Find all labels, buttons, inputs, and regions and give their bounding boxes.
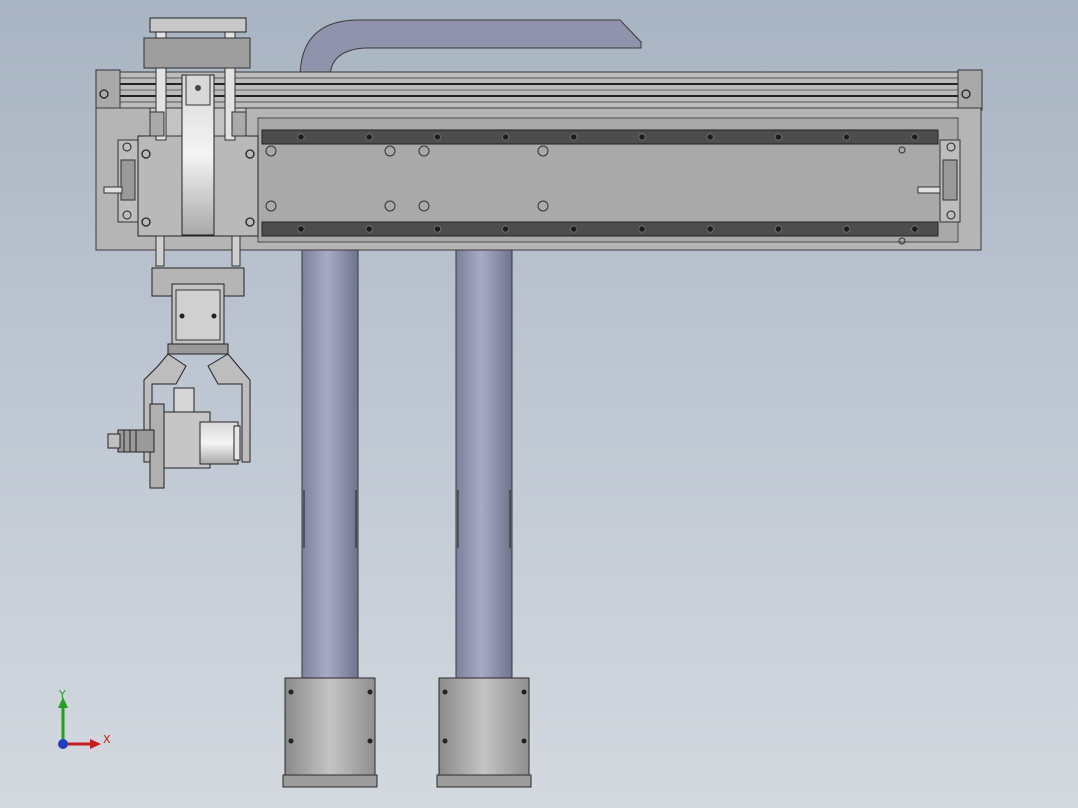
rail-bolt — [365, 133, 373, 141]
rail-bolt — [501, 225, 510, 233]
support-column-right — [455, 249, 513, 681]
cad-viewport[interactable]: Y X — [0, 0, 1078, 808]
cable-carrier — [299, 19, 642, 79]
axis-y-label: Y — [59, 688, 66, 701]
rail-bolt — [570, 225, 578, 233]
support-column-left — [301, 249, 359, 681]
column-base-left — [282, 677, 378, 788]
rail-bolt — [706, 133, 714, 141]
gripper-assembly — [107, 267, 251, 489]
rail-bolt — [297, 225, 305, 233]
rail-bolt — [842, 133, 851, 141]
rail-bolt — [365, 225, 373, 233]
linear-carriage — [137, 17, 259, 267]
rail-bolt — [774, 133, 783, 141]
rail-bolt — [297, 133, 305, 141]
rail-bolt — [638, 133, 646, 141]
rail-bolt — [501, 133, 510, 141]
rail-bolt — [842, 225, 851, 233]
assembly-drawing — [58, 17, 983, 788]
rail-bolt — [774, 225, 783, 233]
axis-x-label: X — [103, 733, 111, 746]
rail-bolt — [911, 133, 919, 141]
rail-bolt — [433, 133, 441, 141]
column-base-right — [436, 677, 532, 788]
rail-bolt — [570, 133, 578, 141]
rail-bolt — [433, 225, 441, 233]
rail-bolt — [911, 225, 919, 233]
coordinate-triad — [58, 697, 101, 749]
rail-bolt — [706, 225, 714, 233]
rail-bolt — [638, 225, 646, 233]
